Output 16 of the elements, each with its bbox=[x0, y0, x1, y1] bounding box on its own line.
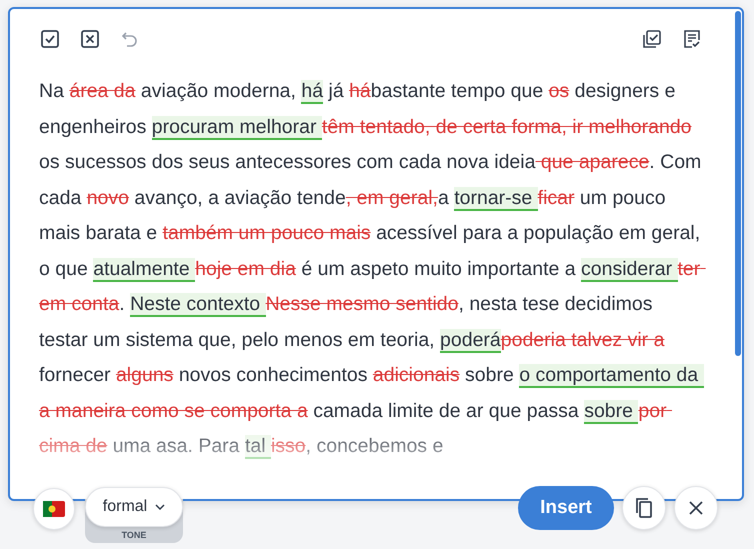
revised-paragraph: Na área da aviação moderna, há já hábastante tempo que os designers e engenheiros procuram melhorar têm tentado, de certa forma, ir melhorando os sucessos dos seus antecessores com cada nova ideia que aparece. Com cada novo avanço, a aviação tende, em geral,a tornar-se ficar um pouco mais barata e também um pouco mais acessível para a população em geral, o que atualmente hoje em dia é um aspeto muito importante a considerar ter em conta. Neste contexto Nesse mesmo sentido, nesta tese decidimos testar um sistema que, pelo menos em teoria, poderápoderia talvez vir a fornecer alguns novos conhecimentos adicionais sobre o comportamento da a maneira como se comporta a camada limite de ar que passa sobre por cima de uma asa. Para tal isso, concebemos e bbox=[39, 74, 706, 464]
flag-icon bbox=[43, 501, 65, 517]
insert-button[interactable]: Insert bbox=[518, 486, 614, 530]
language-button[interactable] bbox=[33, 488, 75, 530]
tone-dropdown[interactable]: formal bbox=[85, 487, 183, 527]
x-square-icon[interactable] bbox=[80, 29, 100, 49]
tone-label: TONE bbox=[122, 530, 146, 540]
close-button[interactable] bbox=[674, 486, 718, 530]
document-check-icon[interactable] bbox=[682, 29, 702, 49]
check-square-icon[interactable] bbox=[40, 29, 60, 49]
stacked-check-icon[interactable] bbox=[642, 29, 662, 49]
copy-icon bbox=[634, 497, 654, 519]
close-icon bbox=[689, 501, 703, 515]
chevron-down-icon bbox=[155, 504, 166, 510]
scrollbar-thumb[interactable] bbox=[735, 11, 741, 356]
copy-button[interactable] bbox=[622, 486, 666, 530]
